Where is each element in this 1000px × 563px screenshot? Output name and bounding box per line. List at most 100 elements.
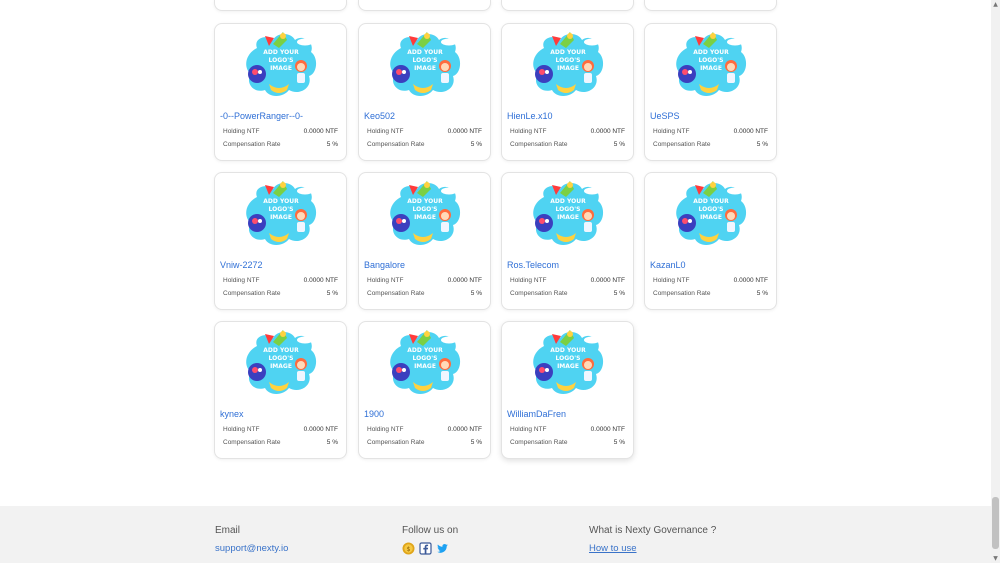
svg-text:LOGO'S: LOGO'S	[269, 355, 294, 362]
holding-row: Holding NTF 0.0000 NTF	[367, 426, 482, 433]
svg-text:LOGO'S: LOGO'S	[413, 206, 438, 213]
svg-text:LOGO'S: LOGO'S	[556, 57, 581, 64]
holding-row: Holding NTF 0.0000 NTF	[653, 277, 768, 284]
holding-value: 0.0000 NTF	[733, 128, 768, 135]
holding-row: Holding NTF 0.0000 NTF	[223, 277, 338, 284]
holding-value: 0.0000 NTF	[447, 426, 482, 433]
holding-value: 0.0000 NTF	[303, 426, 338, 433]
candidate-name[interactable]: Bangalore	[364, 260, 488, 270]
candidate-card[interactable]: ADD YOUR LOGO'S IMAGE Bangalore Holding …	[358, 172, 491, 310]
candidate-name[interactable]: Keo502	[364, 111, 488, 121]
holding-label: Holding NTF	[510, 426, 547, 433]
candidate-card[interactable]: ADD YOUR LOGO'S IMAGE kynex Holding NTF …	[214, 321, 347, 459]
logo-placeholder-image: ADD YOUR LOGO'S IMAGE	[673, 179, 749, 247]
holding-row: Holding NTF 0.0000 NTF	[510, 426, 625, 433]
facebook-icon[interactable]	[419, 542, 432, 555]
card-partial[interactable]	[501, 0, 634, 11]
holding-label: Holding NTF	[653, 277, 690, 284]
how-to-use-link[interactable]: How to use	[589, 543, 716, 554]
email-heading: Email	[215, 525, 241, 536]
candidate-name[interactable]: Vniw-2272	[220, 260, 344, 270]
svg-text:ADD YOUR: ADD YOUR	[407, 347, 443, 354]
svg-text:ADD YOUR: ADD YOUR	[407, 49, 443, 56]
svg-text:ADD YOUR: ADD YOUR	[407, 198, 443, 205]
candidate-card[interactable]: ADD YOUR LOGO'S IMAGE -0--PowerRanger--0…	[214, 23, 347, 161]
candidate-card[interactable]: ADD YOUR LOGO'S IMAGE Vniw-2272 Holding …	[214, 172, 347, 310]
coin-icon[interactable]: $	[402, 542, 415, 555]
rate-label: Compensation Rate	[223, 290, 281, 297]
candidate-name[interactable]: kynex	[220, 409, 344, 419]
holding-value: 0.0000 NTF	[733, 277, 768, 284]
candidate-card[interactable]: ADD YOUR LOGO'S IMAGE UeSPS Holding NTF …	[644, 23, 777, 161]
svg-text:ADD YOUR: ADD YOUR	[693, 49, 729, 56]
svg-text:LOGO'S: LOGO'S	[556, 206, 581, 213]
candidate-card[interactable]: ADD YOUR LOGO'S IMAGE Keo502 Holding NTF…	[358, 23, 491, 161]
footer-follow-column: Follow us on $	[402, 525, 458, 555]
rate-label: Compensation Rate	[367, 141, 425, 148]
vertical-scrollbar[interactable]: ▲ ▼	[991, 0, 1000, 563]
holding-value: 0.0000 NTF	[590, 277, 625, 284]
candidate-name[interactable]: UeSPS	[650, 111, 774, 121]
svg-text:ADD YOUR: ADD YOUR	[550, 347, 586, 354]
holding-value: 0.0000 NTF	[590, 426, 625, 433]
holding-label: Holding NTF	[510, 277, 547, 284]
svg-text:LOGO'S: LOGO'S	[269, 57, 294, 64]
rate-value: 5 %	[756, 290, 768, 297]
svg-text:ADD YOUR: ADD YOUR	[693, 198, 729, 205]
card-partial[interactable]	[358, 0, 491, 11]
candidate-card[interactable]: ADD YOUR LOGO'S IMAGE WilliamDaFren Hold…	[501, 321, 634, 459]
rate-value: 5 %	[326, 290, 338, 297]
logo-placeholder-image: ADD YOUR LOGO'S IMAGE	[673, 30, 749, 98]
svg-text:LOGO'S: LOGO'S	[413, 57, 438, 64]
svg-text:IMAGE: IMAGE	[557, 363, 579, 370]
candidate-card[interactable]: ADD YOUR LOGO'S IMAGE KazanL0 Holding NT…	[644, 172, 777, 310]
rate-row: Compensation Rate 5 %	[223, 141, 338, 148]
scrollbar-thumb[interactable]	[992, 497, 999, 549]
rate-value: 5 %	[470, 290, 482, 297]
rate-value: 5 %	[326, 439, 338, 446]
svg-text:IMAGE: IMAGE	[557, 214, 579, 221]
rate-row: Compensation Rate 5 %	[223, 439, 338, 446]
holding-row: Holding NTF 0.0000 NTF	[510, 128, 625, 135]
holding-value: 0.0000 NTF	[303, 128, 338, 135]
candidate-name[interactable]: WilliamDaFren	[507, 409, 631, 419]
email-link[interactable]: support@nexty.io	[215, 543, 288, 554]
candidate-name[interactable]: HienLe.x10	[507, 111, 631, 121]
candidate-card[interactable]: ADD YOUR LOGO'S IMAGE HienLe.x10 Holding…	[501, 23, 634, 161]
footer-governance-column: What is Nexty Governance ? How to use	[589, 525, 716, 554]
logo-placeholder-image: ADD YOUR LOGO'S IMAGE	[387, 30, 463, 98]
rate-label: Compensation Rate	[510, 141, 568, 148]
logo-placeholder-image: ADD YOUR LOGO'S IMAGE	[387, 179, 463, 247]
logo-placeholder-image: ADD YOUR LOGO'S IMAGE	[530, 30, 606, 98]
holding-label: Holding NTF	[510, 128, 547, 135]
candidate-name[interactable]: -0--PowerRanger--0-	[220, 111, 344, 121]
svg-text:IMAGE: IMAGE	[414, 214, 436, 221]
logo-placeholder-image: ADD YOUR LOGO'S IMAGE	[387, 328, 463, 396]
holding-row: Holding NTF 0.0000 NTF	[510, 277, 625, 284]
card-partial[interactable]	[214, 0, 347, 11]
twitter-icon[interactable]	[436, 542, 449, 555]
candidate-name[interactable]: KazanL0	[650, 260, 774, 270]
rate-value: 5 %	[756, 141, 768, 148]
holding-label: Holding NTF	[223, 277, 260, 284]
governance-heading: What is Nexty Governance ?	[589, 525, 717, 536]
rate-row: Compensation Rate 5 %	[367, 439, 482, 446]
scroll-up-icon[interactable]: ▲	[992, 1, 999, 8]
candidate-card[interactable]: ADD YOUR LOGO'S IMAGE 1900 Holding NTF 0…	[358, 321, 491, 459]
svg-text:ADD YOUR: ADD YOUR	[550, 198, 586, 205]
candidate-card[interactable]: ADD YOUR LOGO'S IMAGE Ros.Telecom Holdin…	[501, 172, 634, 310]
rate-row: Compensation Rate 5 %	[510, 439, 625, 446]
logo-placeholder-image: ADD YOUR LOGO'S IMAGE	[243, 179, 319, 247]
card-partial[interactable]	[644, 0, 777, 11]
follow-heading: Follow us on	[402, 525, 459, 536]
rate-row: Compensation Rate 5 %	[653, 141, 768, 148]
rate-label: Compensation Rate	[653, 290, 711, 297]
holding-value: 0.0000 NTF	[447, 128, 482, 135]
scroll-down-icon[interactable]: ▼	[992, 555, 999, 562]
svg-text:IMAGE: IMAGE	[270, 363, 292, 370]
candidate-name[interactable]: Ros.Telecom	[507, 260, 631, 270]
candidate-name[interactable]: 1900	[364, 409, 488, 419]
rate-label: Compensation Rate	[223, 141, 281, 148]
rate-value: 5 %	[613, 141, 625, 148]
rate-label: Compensation Rate	[653, 141, 711, 148]
